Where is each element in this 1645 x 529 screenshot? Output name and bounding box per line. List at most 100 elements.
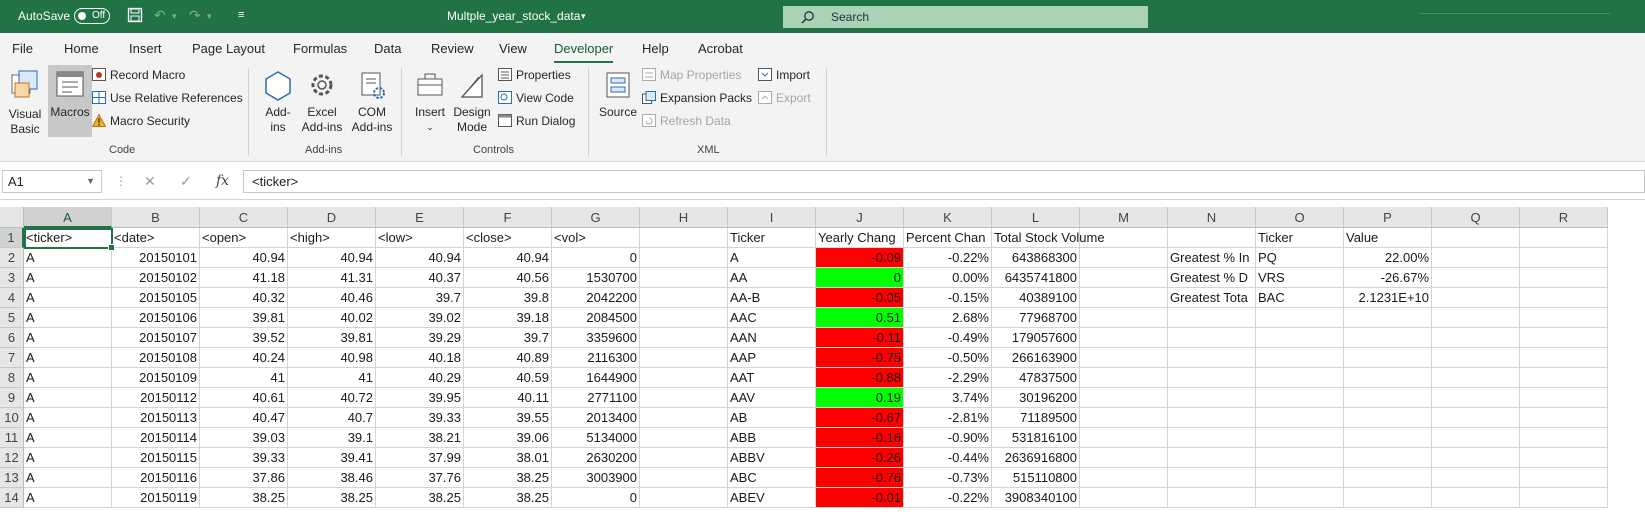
menu-view[interactable]: View (499, 41, 527, 56)
menu-review[interactable]: Review (431, 41, 474, 56)
cell-l9[interactable]: 30196200 (992, 388, 1080, 408)
cell-h9[interactable] (640, 388, 728, 408)
row-header-13[interactable]: 13 (0, 468, 24, 488)
cell-a13[interactable]: A (24, 468, 112, 488)
enter-icon[interactable]: ✓ (180, 173, 192, 190)
cell-j1[interactable]: Yearly Chang (816, 228, 904, 248)
cell-c14[interactable]: 38.25 (200, 488, 288, 508)
cell-l4[interactable]: 40389100 (992, 288, 1080, 308)
redo-icon[interactable]: ↷ (189, 7, 201, 24)
column-header-a[interactable]: A (24, 207, 112, 228)
cell-e7[interactable]: 40.18 (376, 348, 464, 368)
cell-i12[interactable]: ABBV (728, 448, 816, 468)
cell-e4[interactable]: 39.7 (376, 288, 464, 308)
cell-j4[interactable]: -0.05 (816, 288, 904, 308)
cell-e11[interactable]: 38.21 (376, 428, 464, 448)
cell-b9[interactable]: 20150112 (112, 388, 200, 408)
import-button[interactable]: Import (758, 68, 810, 83)
cell-k3[interactable]: 0.00% (904, 268, 992, 288)
undo-icon[interactable]: ↶ (154, 7, 166, 24)
row-header-4[interactable]: 4 (0, 288, 24, 308)
cell-r12[interactable] (1520, 448, 1608, 468)
cell-k6[interactable]: -0.49% (904, 328, 992, 348)
menu-insert[interactable]: Insert (129, 41, 162, 56)
cell-r11[interactable] (1520, 428, 1608, 448)
cell-m3[interactable] (1080, 268, 1168, 288)
cell-g6[interactable]: 3359600 (552, 328, 640, 348)
cell-g12[interactable]: 2630200 (552, 448, 640, 468)
cell-n7[interactable] (1168, 348, 1256, 368)
cell-a4[interactable]: A (24, 288, 112, 308)
cell-l6[interactable]: 179057600 (992, 328, 1080, 348)
cell-k5[interactable]: 2.68% (904, 308, 992, 328)
cell-q13[interactable] (1432, 468, 1520, 488)
row-header-12[interactable]: 12 (0, 448, 24, 468)
cell-p12[interactable] (1344, 448, 1432, 468)
cell-p3[interactable]: -26.67% (1344, 268, 1432, 288)
cell-b10[interactable]: 20150113 (112, 408, 200, 428)
cell-p5[interactable] (1344, 308, 1432, 328)
cell-n5[interactable] (1168, 308, 1256, 328)
row-header-10[interactable]: 10 (0, 408, 24, 428)
cell-p13[interactable] (1344, 468, 1432, 488)
cell-l7[interactable]: 266163900 (992, 348, 1080, 368)
cell-e5[interactable]: 39.02 (376, 308, 464, 328)
cell-r13[interactable] (1520, 468, 1608, 488)
cell-m14[interactable] (1080, 488, 1168, 508)
cell-o5[interactable] (1256, 308, 1344, 328)
cell-c12[interactable]: 39.33 (200, 448, 288, 468)
row-header-6[interactable]: 6 (0, 328, 24, 348)
cell-q14[interactable] (1432, 488, 1520, 508)
search-box[interactable]: Search (783, 6, 1148, 28)
cell-i1[interactable]: Ticker (728, 228, 816, 248)
cell-h10[interactable] (640, 408, 728, 428)
row-header-5[interactable]: 5 (0, 308, 24, 328)
cell-f1[interactable]: <close> (464, 228, 552, 248)
cell-f7[interactable]: 40.89 (464, 348, 552, 368)
cell-l13[interactable]: 515110800 (992, 468, 1080, 488)
cell-b5[interactable]: 20150106 (112, 308, 200, 328)
insert-control-button[interactable]: Insert ⌄ (412, 69, 448, 135)
design-mode-button[interactable]: Design Mode (452, 69, 492, 135)
cell-j7[interactable]: -0.75 (816, 348, 904, 368)
cell-q11[interactable] (1432, 428, 1520, 448)
cell-l5[interactable]: 77968700 (992, 308, 1080, 328)
cell-c5[interactable]: 39.81 (200, 308, 288, 328)
menu-page-layout[interactable]: Page Layout (192, 41, 265, 56)
cell-a9[interactable]: A (24, 388, 112, 408)
cell-r4[interactable] (1520, 288, 1608, 308)
cell-j8[interactable]: -0.88 (816, 368, 904, 388)
cell-a8[interactable]: A (24, 368, 112, 388)
cell-m11[interactable] (1080, 428, 1168, 448)
cell-p10[interactable] (1344, 408, 1432, 428)
excel-add-ins-button[interactable]: Excel Add-ins (300, 69, 344, 135)
cell-f2[interactable]: 40.94 (464, 248, 552, 268)
cell-q2[interactable] (1432, 248, 1520, 268)
cell-j14[interactable]: -0.01 (816, 488, 904, 508)
cell-n3[interactable]: Greatest % D (1168, 268, 1256, 288)
cell-d7[interactable]: 40.98 (288, 348, 376, 368)
row-header-2[interactable]: 2 (0, 248, 24, 268)
export-button[interactable]: Export (758, 91, 811, 106)
cell-b14[interactable]: 20150119 (112, 488, 200, 508)
cell-q5[interactable] (1432, 308, 1520, 328)
visual-basic-button[interactable]: Visual Basic (6, 69, 44, 137)
menu-acrobat[interactable]: Acrobat (698, 41, 743, 56)
cell-r10[interactable] (1520, 408, 1608, 428)
column-header-d[interactable]: D (288, 207, 376, 228)
cell-d14[interactable]: 38.25 (288, 488, 376, 508)
cell-r7[interactable] (1520, 348, 1608, 368)
cell-a7[interactable]: A (24, 348, 112, 368)
cell-d3[interactable]: 41.31 (288, 268, 376, 288)
cell-b11[interactable]: 20150114 (112, 428, 200, 448)
cell-d5[interactable]: 40.02 (288, 308, 376, 328)
cell-a14[interactable]: A (24, 488, 112, 508)
customize-qat-icon[interactable]: ≡ (238, 9, 244, 21)
cell-c11[interactable]: 39.03 (200, 428, 288, 448)
cell-a2[interactable]: A (24, 248, 112, 268)
properties-button[interactable]: Properties (498, 68, 571, 83)
cell-p11[interactable] (1344, 428, 1432, 448)
cell-a3[interactable]: A (24, 268, 112, 288)
cell-o6[interactable] (1256, 328, 1344, 348)
cell-h2[interactable] (640, 248, 728, 268)
